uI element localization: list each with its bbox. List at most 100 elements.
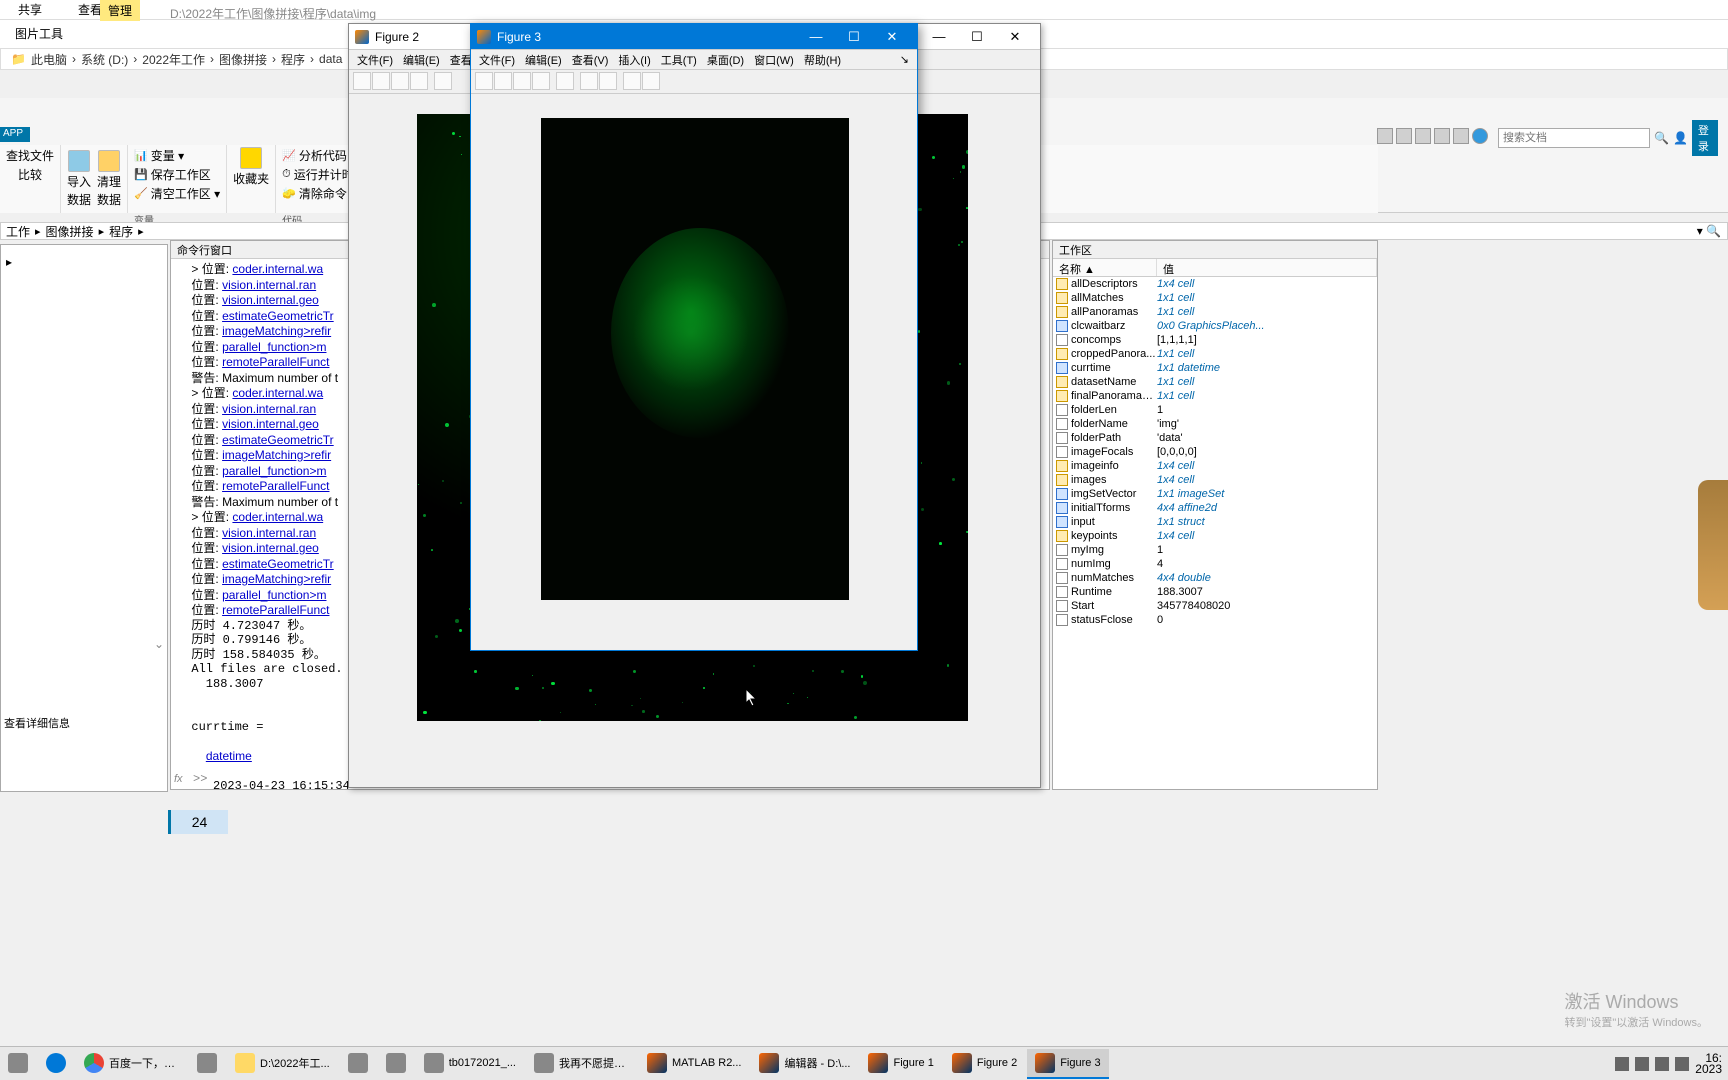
- new-icon[interactable]: [475, 72, 493, 90]
- workspace-var-row[interactable]: imageFocals[0,0,0,0]: [1053, 445, 1377, 459]
- taskbar-item[interactable]: D:\2022年工...: [227, 1049, 338, 1079]
- minimize-button[interactable]: —: [920, 25, 958, 49]
- figure-3-titlebar[interactable]: Figure 3 — ☐ ✕: [471, 24, 917, 50]
- workspace-var-row[interactable]: croppedPanora...1x1 cell: [1053, 347, 1377, 361]
- qat-icon[interactable]: [1434, 128, 1450, 144]
- figure-3-window[interactable]: Figure 3 — ☐ ✕ 文件(F) 编辑(E) 查看(V) 插入(I) 工…: [470, 23, 918, 651]
- link-icon[interactable]: [556, 72, 574, 90]
- import-data-button[interactable]: 导入数据: [67, 150, 91, 208]
- tab-share[interactable]: 共享: [10, 0, 50, 20]
- taskbar-item[interactable]: 我再不愿提起...: [526, 1049, 637, 1079]
- qat-icon[interactable]: [1396, 128, 1412, 144]
- find-files[interactable]: 查找文件: [6, 147, 54, 164]
- taskbar-item[interactable]: 百度一下，你...: [76, 1049, 187, 1079]
- workspace-var-row[interactable]: keypoints1x4 cell: [1053, 529, 1377, 543]
- save-icon[interactable]: [391, 72, 409, 90]
- workspace-var-row[interactable]: currtime1x1 datetime: [1053, 361, 1377, 375]
- close-button[interactable]: ✕: [873, 25, 911, 49]
- open-icon[interactable]: [494, 72, 512, 90]
- analyze-code[interactable]: 📈 分析代码: [282, 147, 347, 164]
- workspace-var-row[interactable]: allMatches1x1 cell: [1053, 291, 1377, 305]
- tray-icon[interactable]: [1615, 1057, 1629, 1071]
- workspace-var-row[interactable]: input1x1 struct: [1053, 515, 1377, 529]
- workspace-var-row[interactable]: numMatches4x4 double: [1053, 571, 1377, 585]
- menu-insert[interactable]: 插入(I): [614, 50, 654, 70]
- menu-window[interactable]: 窗口(W): [750, 50, 798, 70]
- run-time[interactable]: ⏱ 运行并计时: [282, 166, 354, 183]
- figure-3-axes[interactable]: [541, 118, 849, 600]
- dock-icon[interactable]: ↘: [896, 51, 913, 68]
- tray-icon[interactable]: [1635, 1057, 1649, 1071]
- workspace-var-row[interactable]: allPanoramas1x1 cell: [1053, 305, 1377, 319]
- tray-volume-icon[interactable]: [1675, 1057, 1689, 1071]
- menu-view[interactable]: 查看(V): [568, 50, 613, 70]
- open-icon[interactable]: [372, 72, 390, 90]
- workspace-var-row[interactable]: initialTforms4x4 affine2d: [1053, 501, 1377, 515]
- crumb-5[interactable]: data: [319, 52, 342, 66]
- taskbar-item[interactable]: [378, 1049, 414, 1079]
- maximize-button[interactable]: ☐: [835, 25, 873, 49]
- pointer-icon[interactable]: [623, 72, 641, 90]
- workspace-var-row[interactable]: numImg4: [1053, 557, 1377, 571]
- print-icon[interactable]: [410, 72, 428, 90]
- compare[interactable]: 比较: [18, 166, 42, 183]
- workspace-var-row[interactable]: clcwaitbarz0x0 GraphicsPlaceh...: [1053, 319, 1377, 333]
- taskbar-item[interactable]: [38, 1049, 74, 1079]
- tray-network-icon[interactable]: [1655, 1057, 1669, 1071]
- taskbar-item[interactable]: MATLAB R2...: [639, 1049, 749, 1079]
- minimize-button[interactable]: —: [797, 25, 835, 49]
- menu-tools[interactable]: 工具(T): [657, 50, 701, 70]
- menu-edit[interactable]: 编辑(E): [521, 50, 566, 70]
- tool-icon[interactable]: [434, 72, 452, 90]
- search-icon[interactable]: 🔍: [1654, 131, 1669, 145]
- clean-data-button[interactable]: 清理数据: [97, 150, 121, 208]
- mcrumb-2[interactable]: 程序: [109, 223, 133, 240]
- workspace-var-row[interactable]: finalPanoramaTf...1x1 cell: [1053, 389, 1377, 403]
- crumb-3[interactable]: 图像拼接: [219, 51, 267, 68]
- col-name[interactable]: 名称 ▲: [1053, 259, 1157, 276]
- menu-help[interactable]: 帮助(H): [800, 50, 845, 70]
- workspace-var-row[interactable]: myImg1: [1053, 543, 1377, 557]
- search-input[interactable]: [1498, 128, 1650, 148]
- desktop-mascot[interactable]: [1698, 480, 1728, 610]
- crumb-4[interactable]: 程序: [281, 51, 305, 68]
- folder-tree[interactable]: ▸: [6, 255, 16, 269]
- qat-icon[interactable]: [1453, 128, 1469, 144]
- crumb-1[interactable]: 系统 (D:): [81, 51, 128, 68]
- taskbar-item[interactable]: Figure 1: [860, 1049, 941, 1079]
- menu-edit[interactable]: 编辑(E): [399, 50, 444, 70]
- help-icon[interactable]: [1472, 128, 1488, 144]
- workspace-var-row[interactable]: folderLen1: [1053, 403, 1377, 417]
- search-path-icon[interactable]: ▾ 🔍: [1697, 224, 1721, 238]
- print-icon[interactable]: [532, 72, 550, 90]
- matlab-tab-app[interactable]: APP: [0, 127, 30, 142]
- crumb-0[interactable]: 此电脑: [31, 51, 67, 68]
- save-ws[interactable]: 💾 保存工作区: [134, 166, 211, 183]
- crumb-2[interactable]: 2022年工作: [142, 51, 205, 68]
- menu-file[interactable]: 文件(F): [353, 50, 397, 70]
- workspace-var-row[interactable]: folderName'img': [1053, 417, 1377, 431]
- workspace-var-row[interactable]: images1x4 cell: [1053, 473, 1377, 487]
- subtab-imgtools[interactable]: 图片工具: [15, 25, 63, 42]
- taskbar-item[interactable]: [189, 1049, 225, 1079]
- maximize-button[interactable]: ☐: [958, 25, 996, 49]
- tray-clock[interactable]: 16:2023: [1695, 1053, 1722, 1075]
- col-value[interactable]: 值: [1157, 259, 1377, 276]
- user-icon[interactable]: 👤: [1673, 131, 1688, 145]
- workspace-var-row[interactable]: datasetName1x1 cell: [1053, 375, 1377, 389]
- menu-desktop[interactable]: 桌面(D): [703, 50, 748, 70]
- tab-manage[interactable]: 管理: [100, 0, 140, 21]
- favorites-button[interactable]: 收藏夹: [233, 147, 269, 187]
- clear-ws[interactable]: 🧹 清空工作区 ▾: [134, 185, 220, 202]
- workspace-var-row[interactable]: allDescriptors1x4 cell: [1053, 277, 1377, 291]
- taskbar-item[interactable]: [0, 1049, 36, 1079]
- workspace-var-row[interactable]: Runtime188.3007: [1053, 585, 1377, 599]
- workspace-var-row[interactable]: folderPath'data': [1053, 431, 1377, 445]
- new-icon[interactable]: [353, 72, 371, 90]
- inspect-icon[interactable]: [599, 72, 617, 90]
- close-button[interactable]: ✕: [996, 25, 1034, 49]
- detail-link[interactable]: 查看详细信息: [4, 715, 70, 731]
- login-button[interactable]: 登录: [1692, 120, 1718, 156]
- workspace-var-row[interactable]: Start345778408020: [1053, 599, 1377, 613]
- qat-icon[interactable]: [1415, 128, 1431, 144]
